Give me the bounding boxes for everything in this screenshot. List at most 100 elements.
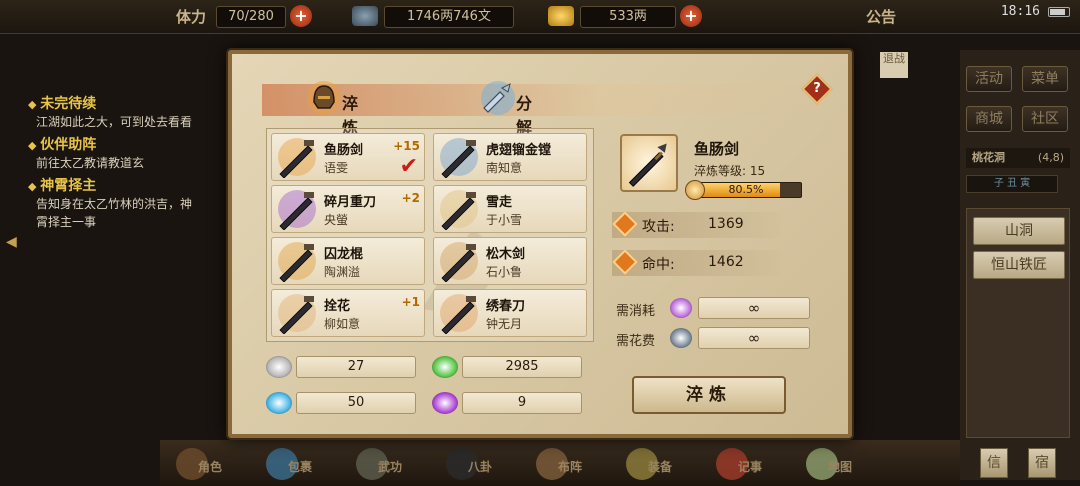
- nav-label: 角色: [198, 460, 223, 474]
- time-strip: 子 丑 寅: [966, 175, 1058, 193]
- weapon-list: 鱼肠剑语雯 +15 ✔ 虎翅镏金镗南知意碎月重刀央螢 +2 雪走于小雪囚龙棍 陶渊溢 松木剑石…: [266, 128, 594, 342]
- nav-equip[interactable]: 装备: [620, 446, 680, 482]
- community-button[interactable]: 社区: [1022, 106, 1068, 132]
- mail-button[interactable]: 信: [980, 448, 1008, 478]
- weapon-owner: 柳如意: [324, 317, 361, 331]
- weapon-name: 碎月重刀: [324, 195, 377, 210]
- nav-label: 武功: [378, 460, 403, 474]
- weapon-icon: [278, 242, 316, 282]
- weapon-owner: 石小鲁: [486, 265, 523, 279]
- money-value: 1746两746文: [384, 6, 514, 28]
- need-cost-value: ∞: [698, 327, 810, 349]
- blue-gem-icon: [266, 392, 292, 414]
- purple-gem-icon: [670, 298, 692, 318]
- place-blacksmith-button[interactable]: 恒山铁匠: [973, 251, 1065, 279]
- weapon-name: 虎翅镏金镗: [486, 143, 552, 158]
- nav-label: 地图: [828, 460, 853, 474]
- weapon-plus: +2: [401, 191, 420, 205]
- weapon-icon: [440, 190, 478, 230]
- menu-button[interactable]: 菜单: [1022, 66, 1068, 92]
- notice-button[interactable]: 公告: [866, 6, 896, 27]
- weapon-item[interactable]: 碎月重刀央螢 +2: [271, 185, 425, 233]
- weapon-name: 雪走: [486, 195, 513, 210]
- nav-skills[interactable]: 武功: [350, 446, 410, 482]
- check-icon: ✔: [399, 154, 418, 179]
- resource-value: 2985: [462, 356, 582, 378]
- stat-value: 1369: [708, 216, 744, 232]
- progress-text: 80.5%: [728, 183, 764, 196]
- nav-bag[interactable]: 包裹: [260, 446, 320, 482]
- refine-level: 淬炼等级: 15: [694, 164, 766, 178]
- add-gold-button[interactable]: +: [680, 5, 702, 27]
- quest-title[interactable]: 未完待续: [28, 93, 198, 113]
- refine-progress: 80.5%: [685, 180, 802, 200]
- shattered-sword-icon: [481, 81, 515, 115]
- nav-label: 包裹: [288, 460, 313, 474]
- weapon-item[interactable]: 鱼肠剑语雯 +15 ✔: [271, 133, 425, 181]
- activity-button[interactable]: 活动: [966, 66, 1012, 92]
- quest-tracker: 未完待续 江湖如此之大，可到处去看看 伙伴助阵 前往太乙教请教道玄 神霄择主 告…: [28, 90, 198, 231]
- weapon-item[interactable]: 松木剑 石小鲁: [433, 237, 587, 285]
- quest-desc: 江湖如此之大，可到处去看看: [36, 115, 193, 129]
- nav-character[interactable]: 角色: [170, 446, 230, 482]
- clock: 18:16: [1000, 4, 1040, 19]
- shop-button[interactable]: 商城: [966, 106, 1012, 132]
- weapon-item[interactable]: 绣春刀 钟无月: [433, 289, 587, 337]
- weapon-owner: 南知意: [486, 161, 523, 175]
- nav-label: 布阵: [558, 460, 583, 474]
- add-stamina-button[interactable]: +: [290, 5, 312, 27]
- weapon-icon: [278, 190, 316, 230]
- side-tab[interactable]: 退战: [880, 52, 908, 78]
- weapon-icon: [278, 294, 316, 334]
- top-bar: 体力 70/280 + 1746两746文 533两 + 公告 18:16: [0, 0, 1080, 34]
- green-gem-icon: [432, 356, 458, 378]
- stat-attack: 攻击: 1369: [612, 211, 780, 238]
- silver-icon: [670, 328, 692, 348]
- nav-map[interactable]: 地图: [800, 446, 860, 482]
- quest-title[interactable]: 神霄择主: [28, 175, 198, 195]
- weapon-item[interactable]: 虎翅镏金镗 南知意: [433, 133, 587, 181]
- gold-value: 533两: [580, 6, 676, 28]
- resource-value: 9: [462, 392, 582, 414]
- nav-formation[interactable]: 布阵: [530, 446, 590, 482]
- stamina-label: 体力: [176, 8, 207, 26]
- need-cost-label: 需花费: [616, 334, 656, 349]
- silver-icon: [352, 6, 378, 26]
- resource-value: 27: [296, 356, 416, 378]
- helmet-icon: [307, 81, 341, 115]
- help-label: ?: [813, 81, 821, 96]
- weapon-icon: [440, 138, 478, 178]
- weapon-icon: [278, 138, 316, 178]
- bottom-nav: 角色 包裹 武功 八卦 布阵 装备 记事 地图: [160, 440, 960, 486]
- quest-title[interactable]: 伙伴助阵: [28, 134, 198, 154]
- inn-button[interactable]: 宿: [1028, 448, 1056, 478]
- weapon-plus: +1: [401, 295, 420, 309]
- weapon-owner: 语雯: [324, 161, 349, 175]
- weapon-item[interactable]: 雪走 于小雪: [433, 185, 587, 233]
- stat-hit: 命中: 1462: [612, 249, 780, 276]
- resource-value: 50: [296, 392, 416, 414]
- weapon-name: 绣春刀: [486, 299, 526, 314]
- purple-gem-icon: [432, 392, 458, 414]
- collapse-arrow-icon[interactable]: ◀: [6, 234, 17, 250]
- stat-label: 攻击:: [642, 219, 675, 235]
- grey-gem-icon: [266, 356, 292, 378]
- weapon-name: 鱼肠剑: [324, 143, 364, 158]
- place-cave-button[interactable]: 山洞: [973, 217, 1065, 245]
- sword-icon: [628, 143, 667, 187]
- weapon-plus: +15: [393, 139, 420, 153]
- gold-ingot-icon: [548, 6, 574, 26]
- location-label: 桃花洞 (4,8): [966, 148, 1070, 168]
- nav-notes[interactable]: 记事: [710, 446, 770, 482]
- weapon-owner: 于小雪: [486, 213, 523, 227]
- weapon-owner: 央螢: [324, 213, 349, 227]
- weapon-name: 囚龙棍: [324, 247, 364, 262]
- stamina-value: 70/280: [216, 6, 286, 28]
- diamond-icon: [612, 211, 638, 237]
- selected-weapon-name: 鱼肠剑: [694, 140, 740, 158]
- refine-button[interactable]: 淬炼: [632, 376, 786, 414]
- weapon-item[interactable]: 囚龙棍 陶渊溢: [271, 237, 425, 285]
- battery-icon: [1048, 7, 1070, 17]
- nav-bagua[interactable]: 八卦: [440, 446, 500, 482]
- weapon-item[interactable]: 拴花 柳如意 +1: [271, 289, 425, 337]
